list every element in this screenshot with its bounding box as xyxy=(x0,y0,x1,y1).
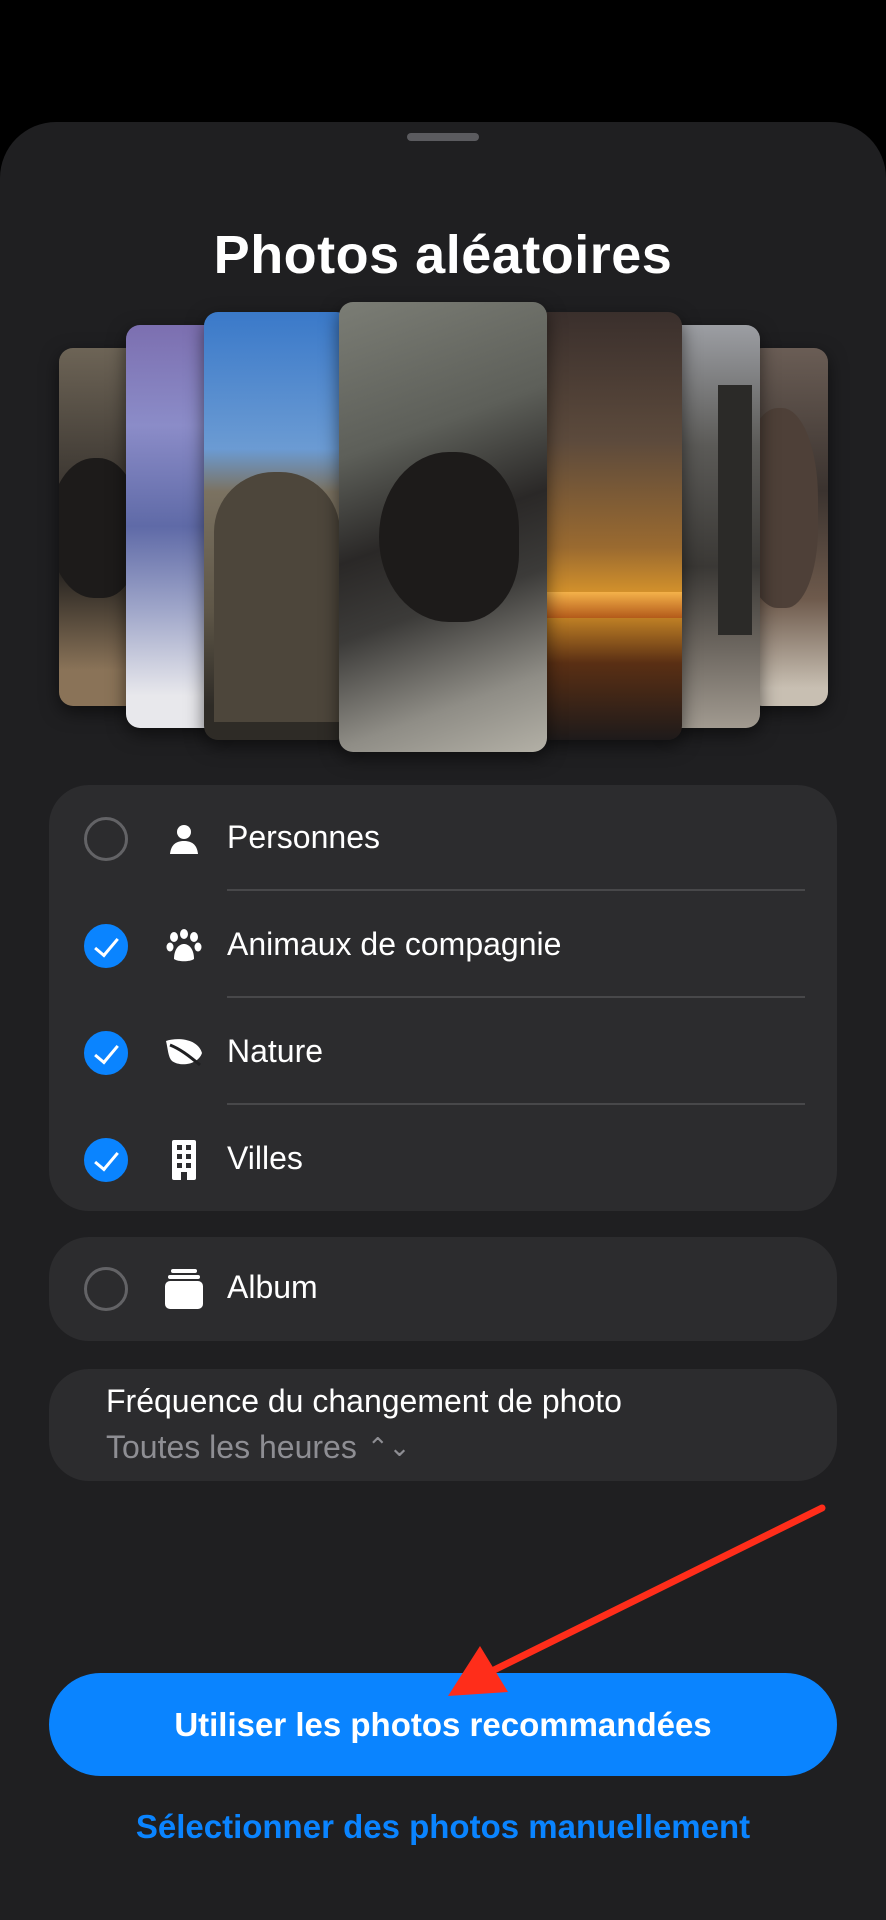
select-photos-manually-link[interactable]: Sélectionner des photos manuellement xyxy=(0,1808,886,1846)
leaf-icon xyxy=(164,1033,204,1073)
sheet-grabber[interactable] xyxy=(407,133,479,141)
person-icon xyxy=(164,819,204,859)
category-label: Nature xyxy=(227,1033,324,1069)
photo-preview-card xyxy=(339,302,547,752)
album-row[interactable]: Album xyxy=(49,1237,837,1343)
use-recommended-photos-button[interactable]: Utiliser les photos recommandées xyxy=(49,1673,837,1776)
checkbox-nature[interactable] xyxy=(84,1031,128,1075)
checkbox-villes[interactable] xyxy=(84,1138,128,1182)
frequency-title: Fréquence du changement de photo xyxy=(106,1383,622,1419)
category-list: Personnes Animaux de compagnie Nature Vi… xyxy=(49,785,837,1211)
frequency-select[interactable]: Toutes les heures ⌃⌄ xyxy=(106,1429,410,1466)
checkbox-personnes[interactable] xyxy=(84,817,128,861)
row-divider xyxy=(227,889,805,891)
frequency-group[interactable]: Fréquence du changement de photo Toutes … xyxy=(49,1369,837,1481)
building-icon xyxy=(164,1140,204,1180)
photo-preview-fan xyxy=(0,290,886,760)
category-label: Villes xyxy=(227,1140,303,1176)
category-row-personnes[interactable]: Personnes xyxy=(49,785,837,891)
category-row-villes[interactable]: Villes xyxy=(49,1106,837,1212)
chevron-up-down-icon: ⌃⌄ xyxy=(366,1432,411,1462)
category-row-nature[interactable]: Nature xyxy=(49,999,837,1105)
row-divider xyxy=(227,1103,805,1105)
frequency-value: Toutes les heures xyxy=(106,1429,357,1465)
category-label: Animaux de compagnie xyxy=(227,926,562,962)
photo-preview-card xyxy=(204,312,350,740)
photo-preview-card xyxy=(748,348,828,706)
album-label: Album xyxy=(227,1269,318,1305)
photo-preview-card xyxy=(534,312,682,740)
checkbox-album[interactable] xyxy=(84,1267,128,1311)
album-group: Album xyxy=(49,1237,837,1341)
sheet-title: Photos aléatoires xyxy=(213,225,673,285)
album-stack-icon xyxy=(164,1269,204,1309)
category-label: Personnes xyxy=(227,819,380,855)
category-row-animaux[interactable]: Animaux de compagnie xyxy=(49,892,837,998)
paw-icon xyxy=(164,926,204,966)
checkbox-animaux[interactable] xyxy=(84,924,128,968)
row-divider xyxy=(227,996,805,998)
